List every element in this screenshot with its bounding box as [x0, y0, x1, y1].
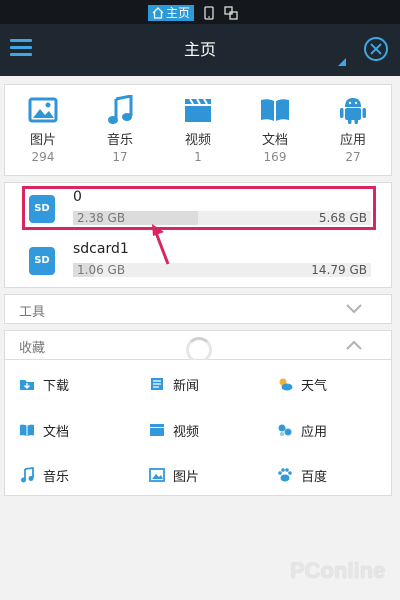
favorite-documents[interactable]: 文档	[19, 420, 69, 440]
storage-name: sdcard1	[73, 241, 129, 257]
category-label: 视频	[184, 133, 211, 148]
favorite-label: 视频	[173, 424, 200, 440]
chevron-down-icon	[346, 304, 362, 314]
favorites-label: 收藏	[19, 341, 46, 356]
baidu-paw-icon	[277, 467, 293, 483]
book-icon	[19, 422, 35, 438]
highlight-box	[22, 186, 376, 230]
tools-section-header[interactable]: 工具	[4, 294, 392, 324]
sd-card-icon: SD	[29, 247, 55, 275]
close-circle-icon[interactable]	[364, 37, 388, 61]
category-images[interactable]: 图片 294	[13, 95, 73, 164]
category-videos[interactable]: 视频 1	[168, 95, 228, 164]
image-icon	[13, 95, 73, 125]
category-count: 169	[263, 150, 287, 164]
chevron-up-icon	[346, 340, 362, 350]
category-label: 应用	[339, 133, 366, 148]
storage-used: 1.06 GB	[77, 263, 126, 277]
favorite-weather[interactable]: 天气	[277, 374, 327, 394]
status-tab-home[interactable]: 主页	[148, 5, 195, 21]
favorite-images[interactable]: 图片	[149, 465, 199, 485]
download-icon	[19, 376, 35, 392]
category-count: 1	[194, 150, 202, 164]
category-panel: 图片 294 音乐 17 视频 1 文档 169 应用 27	[4, 84, 392, 176]
image-icon	[149, 467, 165, 483]
page-title: 主页	[183, 40, 216, 59]
document-icon	[245, 95, 305, 125]
category-documents[interactable]: 文档 169	[245, 95, 305, 164]
annotation-arrow-icon	[152, 224, 170, 265]
apps-icon	[277, 422, 293, 438]
music-icon	[19, 467, 35, 483]
category-count: 27	[345, 150, 361, 164]
android-icon	[323, 95, 383, 125]
favorite-label: 文档	[43, 424, 70, 440]
news-icon	[149, 376, 165, 392]
category-label: 文档	[261, 133, 288, 148]
music-icon	[90, 95, 150, 125]
home-icon	[152, 7, 164, 19]
favorite-label: 新闻	[173, 378, 200, 394]
title-bar: 主页	[0, 24, 400, 76]
favorite-label: 天气	[301, 378, 328, 394]
category-label: 音乐	[106, 133, 133, 148]
status-tabs: 主页	[148, 5, 238, 21]
hamburger-menu-icon[interactable]	[10, 39, 32, 59]
watermark: PConline	[290, 558, 386, 583]
video-icon	[168, 95, 228, 125]
favorite-baidu[interactable]: 百度	[277, 465, 327, 485]
category-count: 294	[31, 150, 55, 164]
phone-icon[interactable]	[204, 6, 214, 20]
status-tab-home-label: 主页	[166, 6, 191, 20]
dropdown-corner-icon[interactable]	[338, 58, 346, 66]
favorite-label: 下载	[43, 378, 70, 394]
category-apps[interactable]: 应用 27	[323, 95, 383, 164]
favorite-label: 应用	[301, 424, 328, 440]
favorite-download[interactable]: 下载	[19, 374, 69, 394]
favorite-videos[interactable]: 视频	[149, 420, 199, 440]
favorite-label: 百度	[301, 469, 328, 485]
favorite-apps[interactable]: 应用	[277, 420, 327, 440]
video-icon	[149, 422, 165, 438]
storage-item-sdcard1[interactable]: SD sdcard1 1.06 GB 14.79 GB	[5, 237, 393, 287]
storage-total: 14.79 GB	[311, 263, 367, 277]
weather-icon	[277, 376, 293, 392]
tools-label: 工具	[19, 305, 46, 320]
multiwindow-icon[interactable]	[224, 6, 238, 20]
category-music[interactable]: 音乐 17	[90, 95, 150, 164]
favorite-label: 图片	[173, 469, 200, 485]
favorite-news[interactable]: 新闻	[149, 374, 199, 394]
favorite-music[interactable]: 音乐	[19, 465, 69, 485]
favorite-label: 音乐	[43, 469, 70, 485]
category-count: 17	[112, 150, 128, 164]
storage-usage-bar: 1.06 GB 14.79 GB	[73, 263, 371, 277]
status-bar: 主页	[0, 0, 400, 24]
category-label: 图片	[29, 133, 56, 148]
favorites-grid: 下载 新闻 天气 文档 视频 应用 音乐 图片 百度	[4, 360, 392, 496]
